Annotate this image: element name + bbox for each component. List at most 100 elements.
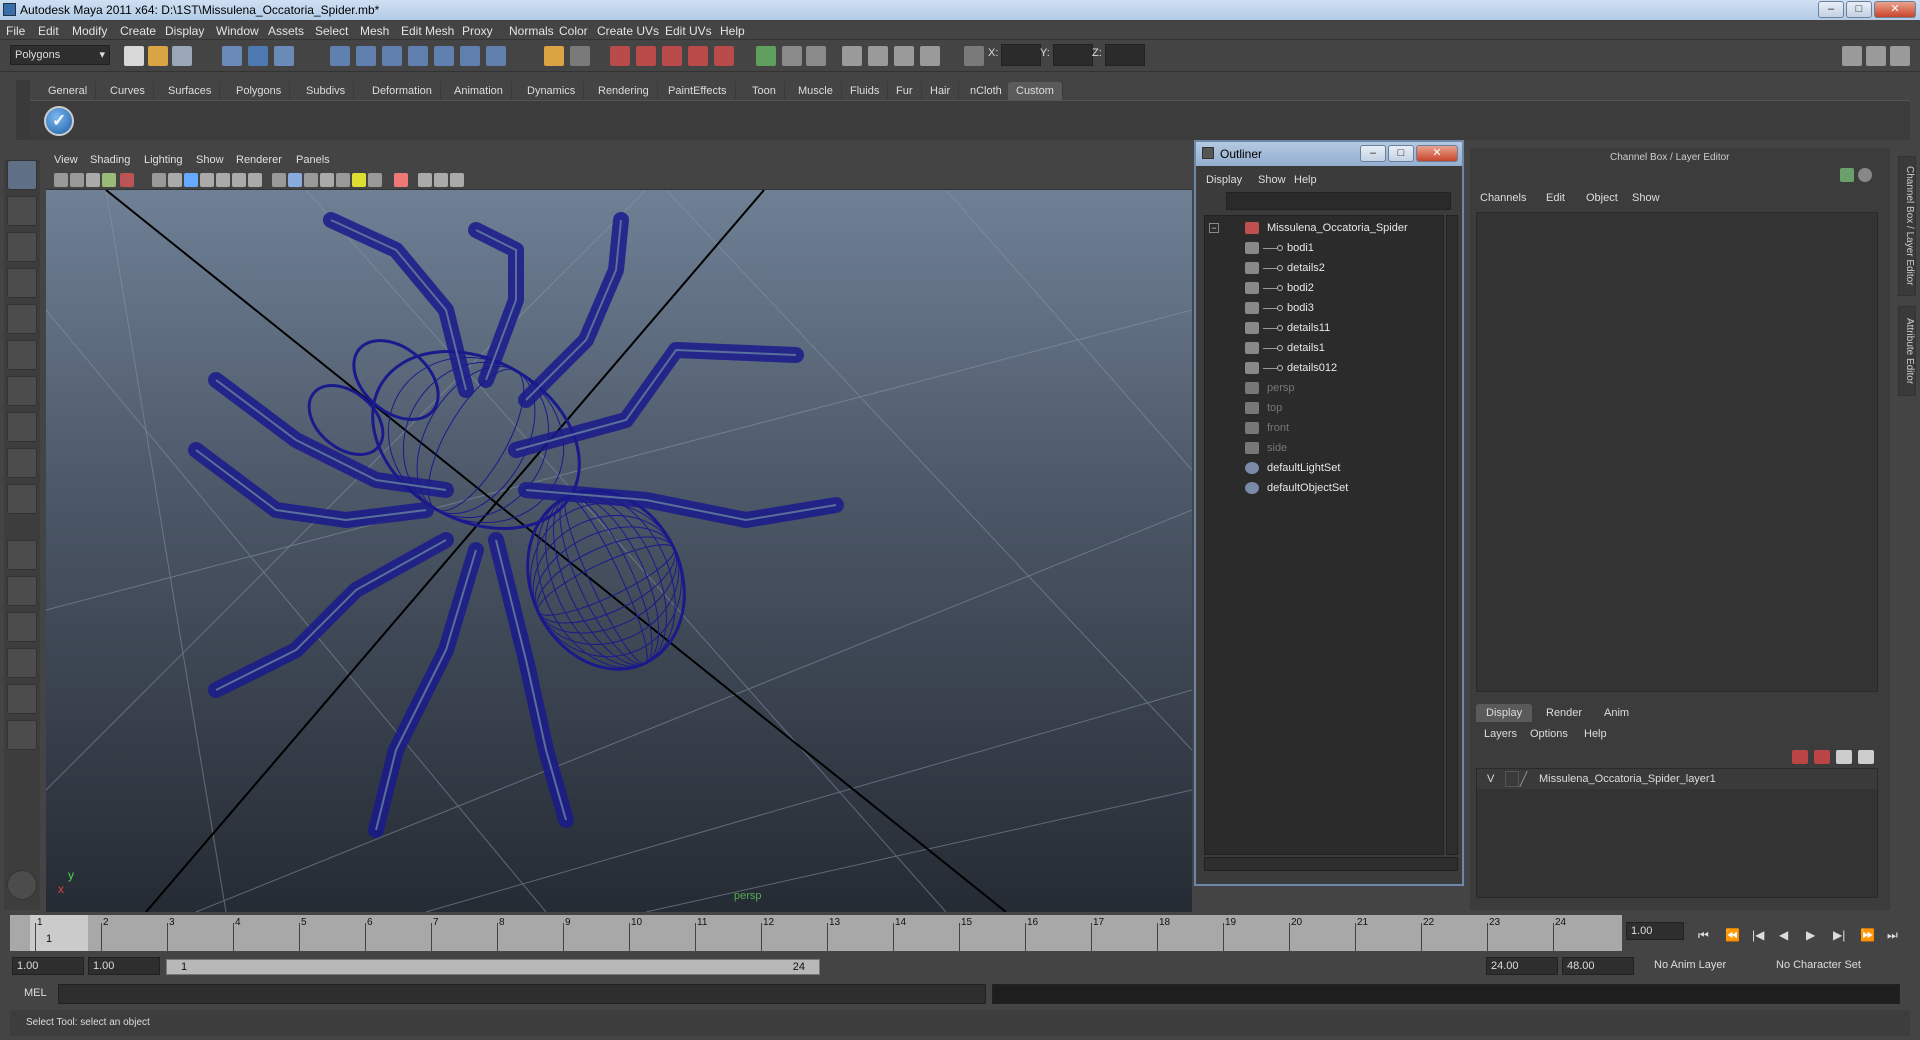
- step-forward-key-icon[interactable]: ⏩: [1860, 928, 1875, 942]
- shelf-tab-ncloth[interactable]: nCloth: [962, 82, 1011, 100]
- xray-icon[interactable]: [368, 173, 382, 187]
- channels-menu[interactable]: Channels: [1480, 192, 1526, 204]
- outliner-item[interactable]: bodi1: [1205, 239, 1445, 257]
- camera-icon[interactable]: [842, 46, 862, 66]
- y-field[interactable]: [1053, 44, 1093, 66]
- edit-menu[interactable]: Edit: [1546, 192, 1565, 204]
- current-time-field[interactable]: 1.00: [1626, 922, 1684, 940]
- outliner-filter-input[interactable]: [1226, 192, 1451, 210]
- options-menu[interactable]: Options: [1530, 728, 1568, 740]
- shelf-tab-hair[interactable]: Hair: [922, 82, 960, 100]
- perspective-viewport[interactable]: persp y x: [46, 190, 1192, 912]
- menu-edit-mesh[interactable]: Edit Mesh: [401, 24, 454, 38]
- scale-tool-icon[interactable]: [7, 340, 37, 370]
- transform-mode-icon[interactable]: [964, 46, 984, 66]
- outliner-item[interactable]: persp: [1205, 379, 1445, 397]
- lock-icon[interactable]: [544, 46, 564, 66]
- shadows-icon[interactable]: [352, 173, 366, 187]
- outliner-item[interactable]: side: [1205, 439, 1445, 457]
- render-settings-icon[interactable]: [662, 46, 682, 66]
- layer-color-swatch[interactable]: [1519, 771, 1537, 787]
- character-set-dropdown[interactable]: No Character Set: [1772, 957, 1896, 975]
- shelf-tab-general[interactable]: General: [40, 82, 97, 100]
- outliner-close-button[interactable]: ✕: [1416, 145, 1458, 162]
- outliner-item[interactable]: bodi2: [1205, 279, 1445, 297]
- grid-icon[interactable]: [152, 173, 166, 187]
- outliner-menu-help[interactable]: Help: [1294, 174, 1317, 186]
- layout-icon[interactable]: [868, 46, 888, 66]
- outliner-item[interactable]: bodi3: [1205, 299, 1445, 317]
- film-gate-icon[interactable]: [168, 173, 182, 187]
- snap-point-icon[interactable]: [382, 46, 402, 66]
- xray-joints-icon[interactable]: [434, 173, 448, 187]
- go-to-start-icon[interactable]: ⏮: [1698, 928, 1709, 943]
- outliner-horizontal-scrollbar[interactable]: [1204, 857, 1458, 871]
- outliner-item[interactable]: top: [1205, 399, 1445, 417]
- render-view-icon[interactable]: [714, 46, 734, 66]
- menu-select[interactable]: Select: [315, 24, 348, 38]
- layer-tab-display[interactable]: Display: [1476, 704, 1533, 722]
- snap-grid-icon[interactable]: [330, 46, 350, 66]
- attribute-editor-toggle-icon[interactable]: [1842, 46, 1862, 66]
- shelf-tab-rendering[interactable]: Rendering: [590, 82, 658, 100]
- channel-box-area[interactable]: [1476, 212, 1878, 692]
- shelf-tab-muscle[interactable]: Muscle: [790, 82, 842, 100]
- select-component-icon[interactable]: [274, 46, 294, 66]
- layer-row[interactable]: V Missulena_Occatoria_Spider_layer1: [1477, 769, 1877, 789]
- checkmark-shelf-icon[interactable]: ✓: [44, 106, 74, 136]
- viewport-menu-lighting[interactable]: Lighting: [144, 154, 183, 166]
- end-time-field[interactable]: 48.00: [1562, 957, 1634, 975]
- show-menu[interactable]: Show: [1632, 192, 1660, 204]
- selection-mask-icon[interactable]: [570, 46, 590, 66]
- attribute-editor-side-tab[interactable]: Attribute Editor: [1898, 306, 1916, 396]
- single-perspective-layout-icon[interactable]: [7, 540, 37, 570]
- grid-toggle-icon[interactable]: [894, 46, 914, 66]
- tool-settings-toggle-icon[interactable]: [1866, 46, 1886, 66]
- command-language-label[interactable]: MEL: [24, 987, 47, 999]
- menu-file[interactable]: File: [6, 24, 25, 38]
- shelf-tab-animation[interactable]: Animation: [446, 82, 512, 100]
- outliner-item[interactable]: details012: [1205, 359, 1445, 377]
- safe-title-icon[interactable]: [248, 173, 262, 187]
- smooth-shade-icon[interactable]: [288, 173, 302, 187]
- new-layer-selected-icon[interactable]: [1814, 750, 1830, 764]
- image-plane-icon[interactable]: [102, 173, 116, 187]
- menu-proxy[interactable]: Proxy: [462, 24, 493, 38]
- hypershade-layout-icon[interactable]: [7, 684, 37, 714]
- layer-playback-toggle[interactable]: [1505, 771, 1519, 787]
- high-quality-icon[interactable]: [418, 173, 432, 187]
- menuset-dropdown[interactable]: Polygons ▾: [10, 45, 110, 65]
- shelf-tab-polygons[interactable]: Polygons: [228, 82, 291, 100]
- outliner-minimize-button[interactable]: –: [1360, 145, 1386, 162]
- step-forward-frame-icon[interactable]: ▶|: [1833, 928, 1845, 942]
- z-field[interactable]: [1105, 44, 1145, 66]
- wireframe-icon[interactable]: [272, 173, 286, 187]
- playback-start-field[interactable]: 1.00: [88, 957, 160, 975]
- start-time-field[interactable]: 1.00: [12, 957, 84, 975]
- outliner-item[interactable]: − Missulena_Occatoria_Spider: [1205, 219, 1445, 237]
- outliner-item[interactable]: defaultLightSet: [1205, 459, 1445, 477]
- shelf-tab-dynamics[interactable]: Dynamics: [519, 82, 585, 100]
- outliner-menu-show[interactable]: Show: [1258, 174, 1286, 186]
- resolution-gate-icon[interactable]: [184, 173, 198, 187]
- shelf-tab-custom[interactable]: Custom: [1008, 82, 1063, 100]
- anim-layer-dropdown[interactable]: No Anim Layer: [1650, 957, 1768, 975]
- step-back-key-icon[interactable]: ⏪: [1725, 928, 1740, 942]
- ipr-render-icon[interactable]: [636, 46, 656, 66]
- layer-tab-anim[interactable]: Anim: [1594, 704, 1639, 722]
- shelf-tab-curves[interactable]: Curves: [102, 82, 154, 100]
- input-ops-icon[interactable]: [756, 46, 776, 66]
- layer-from-selection-icon[interactable]: [1858, 750, 1874, 764]
- channel-box-speed-icon[interactable]: [1858, 168, 1872, 182]
- outliner-item[interactable]: defaultObjectSet: [1205, 479, 1445, 497]
- shelf-tab-fluids[interactable]: Fluids: [842, 82, 889, 100]
- layers-menu[interactable]: Layers: [1484, 728, 1517, 740]
- shelf-tab-deformation[interactable]: Deformation: [364, 82, 441, 100]
- textured-icon[interactable]: [320, 173, 334, 187]
- graph-editor-layout-icon[interactable]: [7, 720, 37, 750]
- outliner-item[interactable]: front: [1205, 419, 1445, 437]
- hud-icon[interactable]: [450, 173, 464, 187]
- time-slider[interactable]: 1 1 2 3 4 5 6 7 8 9 10 11 12 13 14 15 16 17 18 19 20 21 22 23 2…: [10, 915, 1622, 951]
- maximize-button[interactable]: □: [1846, 1, 1872, 18]
- soft-mod-tool-icon[interactable]: [7, 412, 37, 442]
